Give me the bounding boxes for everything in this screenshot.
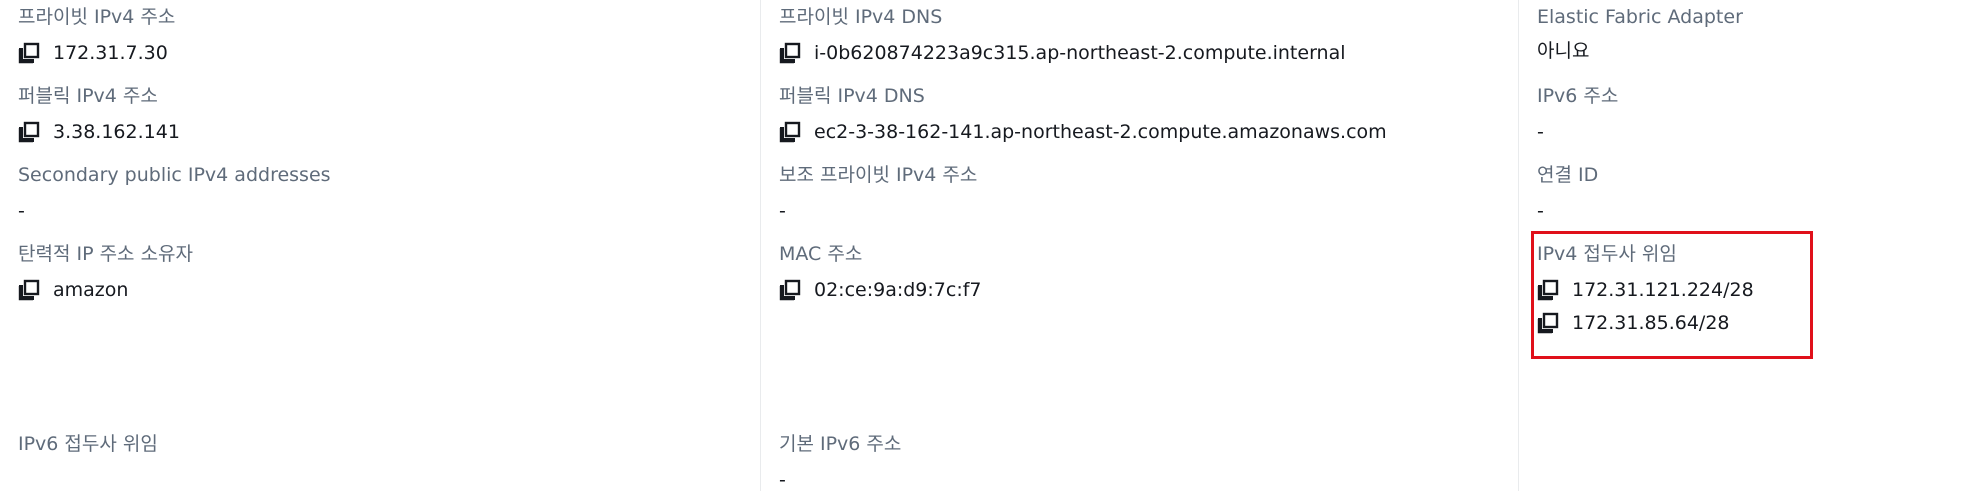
- mac-address-value: 02:ce:9a:d9:7c:f7: [814, 279, 982, 301]
- secondary-public-ipv4-field: Secondary public IPv4 addresses -: [18, 163, 760, 223]
- primary-ipv6-row: -: [779, 468, 1519, 492]
- association-id-label: 연결 ID: [1537, 164, 1599, 186]
- copy-icon[interactable]: [779, 42, 801, 64]
- ipv4-prefix-row: 172.31.85.64/28: [1537, 311, 1963, 335]
- copy-icon[interactable]: [18, 121, 40, 143]
- ipv4-prefix-row: 172.31.121.224/28: [1537, 278, 1963, 302]
- mac-address-label: MAC 주소: [779, 243, 863, 265]
- mac-address-field: MAC 주소 02:ce:9a:d9:7c:f7: [779, 242, 1519, 302]
- public-ipv4-dns-value: ec2-3-38-162-141.ap-northeast-2.compute.…: [814, 121, 1387, 143]
- primary-ipv6-label: 기본 IPv6 주소: [779, 433, 902, 455]
- primary-ipv6-value: -: [779, 469, 786, 491]
- public-ipv4-dns-field: 퍼블릭 IPv4 DNS ec2-3-38-162-141.ap-northea…: [779, 84, 1519, 144]
- copy-icon[interactable]: [18, 279, 40, 301]
- public-ipv4-field: 퍼블릭 IPv4 주소 3.38.162.141: [18, 84, 760, 144]
- ipv6-address-label: IPv6 주소: [1537, 85, 1619, 107]
- ipv6-address-row: -: [1537, 120, 1963, 144]
- elastic-ip-owner-row: amazon: [18, 278, 760, 302]
- private-ipv4-field: 프라이빗 IPv4 주소 172.31.7.30: [18, 5, 760, 65]
- ipv6-address-value: -: [1537, 121, 1544, 143]
- elastic-ip-owner-label: 탄력적 IP 주소 소유자: [18, 243, 194, 265]
- public-ipv4-label: 퍼블릭 IPv4 주소: [18, 85, 158, 107]
- ipv4-prefix-delegation-label: IPv4 접두사 위임: [1537, 243, 1677, 265]
- copy-icon[interactable]: [779, 279, 801, 301]
- efa-value: 아니요: [1537, 40, 1590, 62]
- secondary-private-ipv4-field: 보조 프라이빗 IPv4 주소 -: [779, 163, 1519, 223]
- elastic-ip-owner-value: amazon: [53, 279, 129, 301]
- copy-icon[interactable]: [779, 121, 801, 143]
- private-ipv4-value: 172.31.7.30: [53, 42, 168, 64]
- private-ipv4-dns-value: i-0b620874223a9c315.ap-northeast-2.compu…: [814, 42, 1346, 64]
- details-column-1: 프라이빗 IPv4 주소 172.31.7.30 퍼블릭 IPv4 주소 3.3…: [0, 0, 760, 491]
- public-ipv4-value: 3.38.162.141: [53, 121, 180, 143]
- secondary-public-ipv4-row: -: [18, 199, 760, 223]
- details-column-2: 프라이빗 IPv4 DNS i-0b620874223a9c315.ap-nor…: [760, 0, 1519, 491]
- efa-field: Elastic Fabric Adapter 아니요: [1537, 5, 1963, 63]
- secondary-public-ipv4-label: Secondary public IPv4 addresses: [18, 164, 331, 186]
- efa-label: Elastic Fabric Adapter: [1537, 6, 1743, 28]
- private-ipv4-row: 172.31.7.30: [18, 41, 760, 65]
- copy-icon[interactable]: [1537, 279, 1559, 301]
- association-id-field: 연결 ID -: [1537, 163, 1963, 223]
- mac-address-row: 02:ce:9a:d9:7c:f7: [779, 278, 1519, 302]
- elastic-ip-owner-field: 탄력적 IP 주소 소유자 amazon: [18, 242, 760, 302]
- ipv6-prefix-delegation-label: IPv6 접두사 위임: [18, 433, 158, 455]
- efa-row: 아니요: [1537, 39, 1963, 63]
- ipv4-prefix-value: 172.31.121.224/28: [1572, 279, 1754, 301]
- private-ipv4-dns-row: i-0b620874223a9c315.ap-northeast-2.compu…: [779, 41, 1519, 65]
- public-ipv4-dns-label: 퍼블릭 IPv4 DNS: [779, 85, 925, 107]
- public-ipv4-row: 3.38.162.141: [18, 120, 760, 144]
- ipv4-prefix-delegation-field: IPv4 접두사 위임 172.31.121.224/28 172.31.85.…: [1531, 231, 1963, 359]
- association-id-value: -: [1537, 200, 1544, 222]
- secondary-private-ipv4-label: 보조 프라이빗 IPv4 주소: [779, 164, 978, 186]
- details-column-3: Elastic Fabric Adapter 아니요 IPv6 주소 - 연결 …: [1518, 0, 1963, 491]
- ipv6-prefix-delegation-field: IPv6 접두사 위임: [18, 432, 760, 456]
- copy-icon[interactable]: [18, 42, 40, 64]
- private-ipv4-label: 프라이빗 IPv4 주소: [18, 6, 176, 28]
- public-ipv4-dns-row: ec2-3-38-162-141.ap-northeast-2.compute.…: [779, 120, 1519, 144]
- private-ipv4-dns-label: 프라이빗 IPv4 DNS: [779, 6, 943, 28]
- private-ipv4-dns-field: 프라이빗 IPv4 DNS i-0b620874223a9c315.ap-nor…: [779, 5, 1519, 65]
- association-id-row: -: [1537, 199, 1963, 223]
- ipv4-prefix-value: 172.31.85.64/28: [1572, 312, 1730, 334]
- secondary-public-ipv4-value: -: [18, 200, 25, 222]
- primary-ipv6-field: 기본 IPv6 주소 -: [779, 432, 1519, 492]
- secondary-private-ipv4-row: -: [779, 199, 1519, 223]
- ipv6-address-field: IPv6 주소 -: [1537, 84, 1963, 144]
- copy-icon[interactable]: [1537, 312, 1559, 334]
- secondary-private-ipv4-value: -: [779, 200, 786, 222]
